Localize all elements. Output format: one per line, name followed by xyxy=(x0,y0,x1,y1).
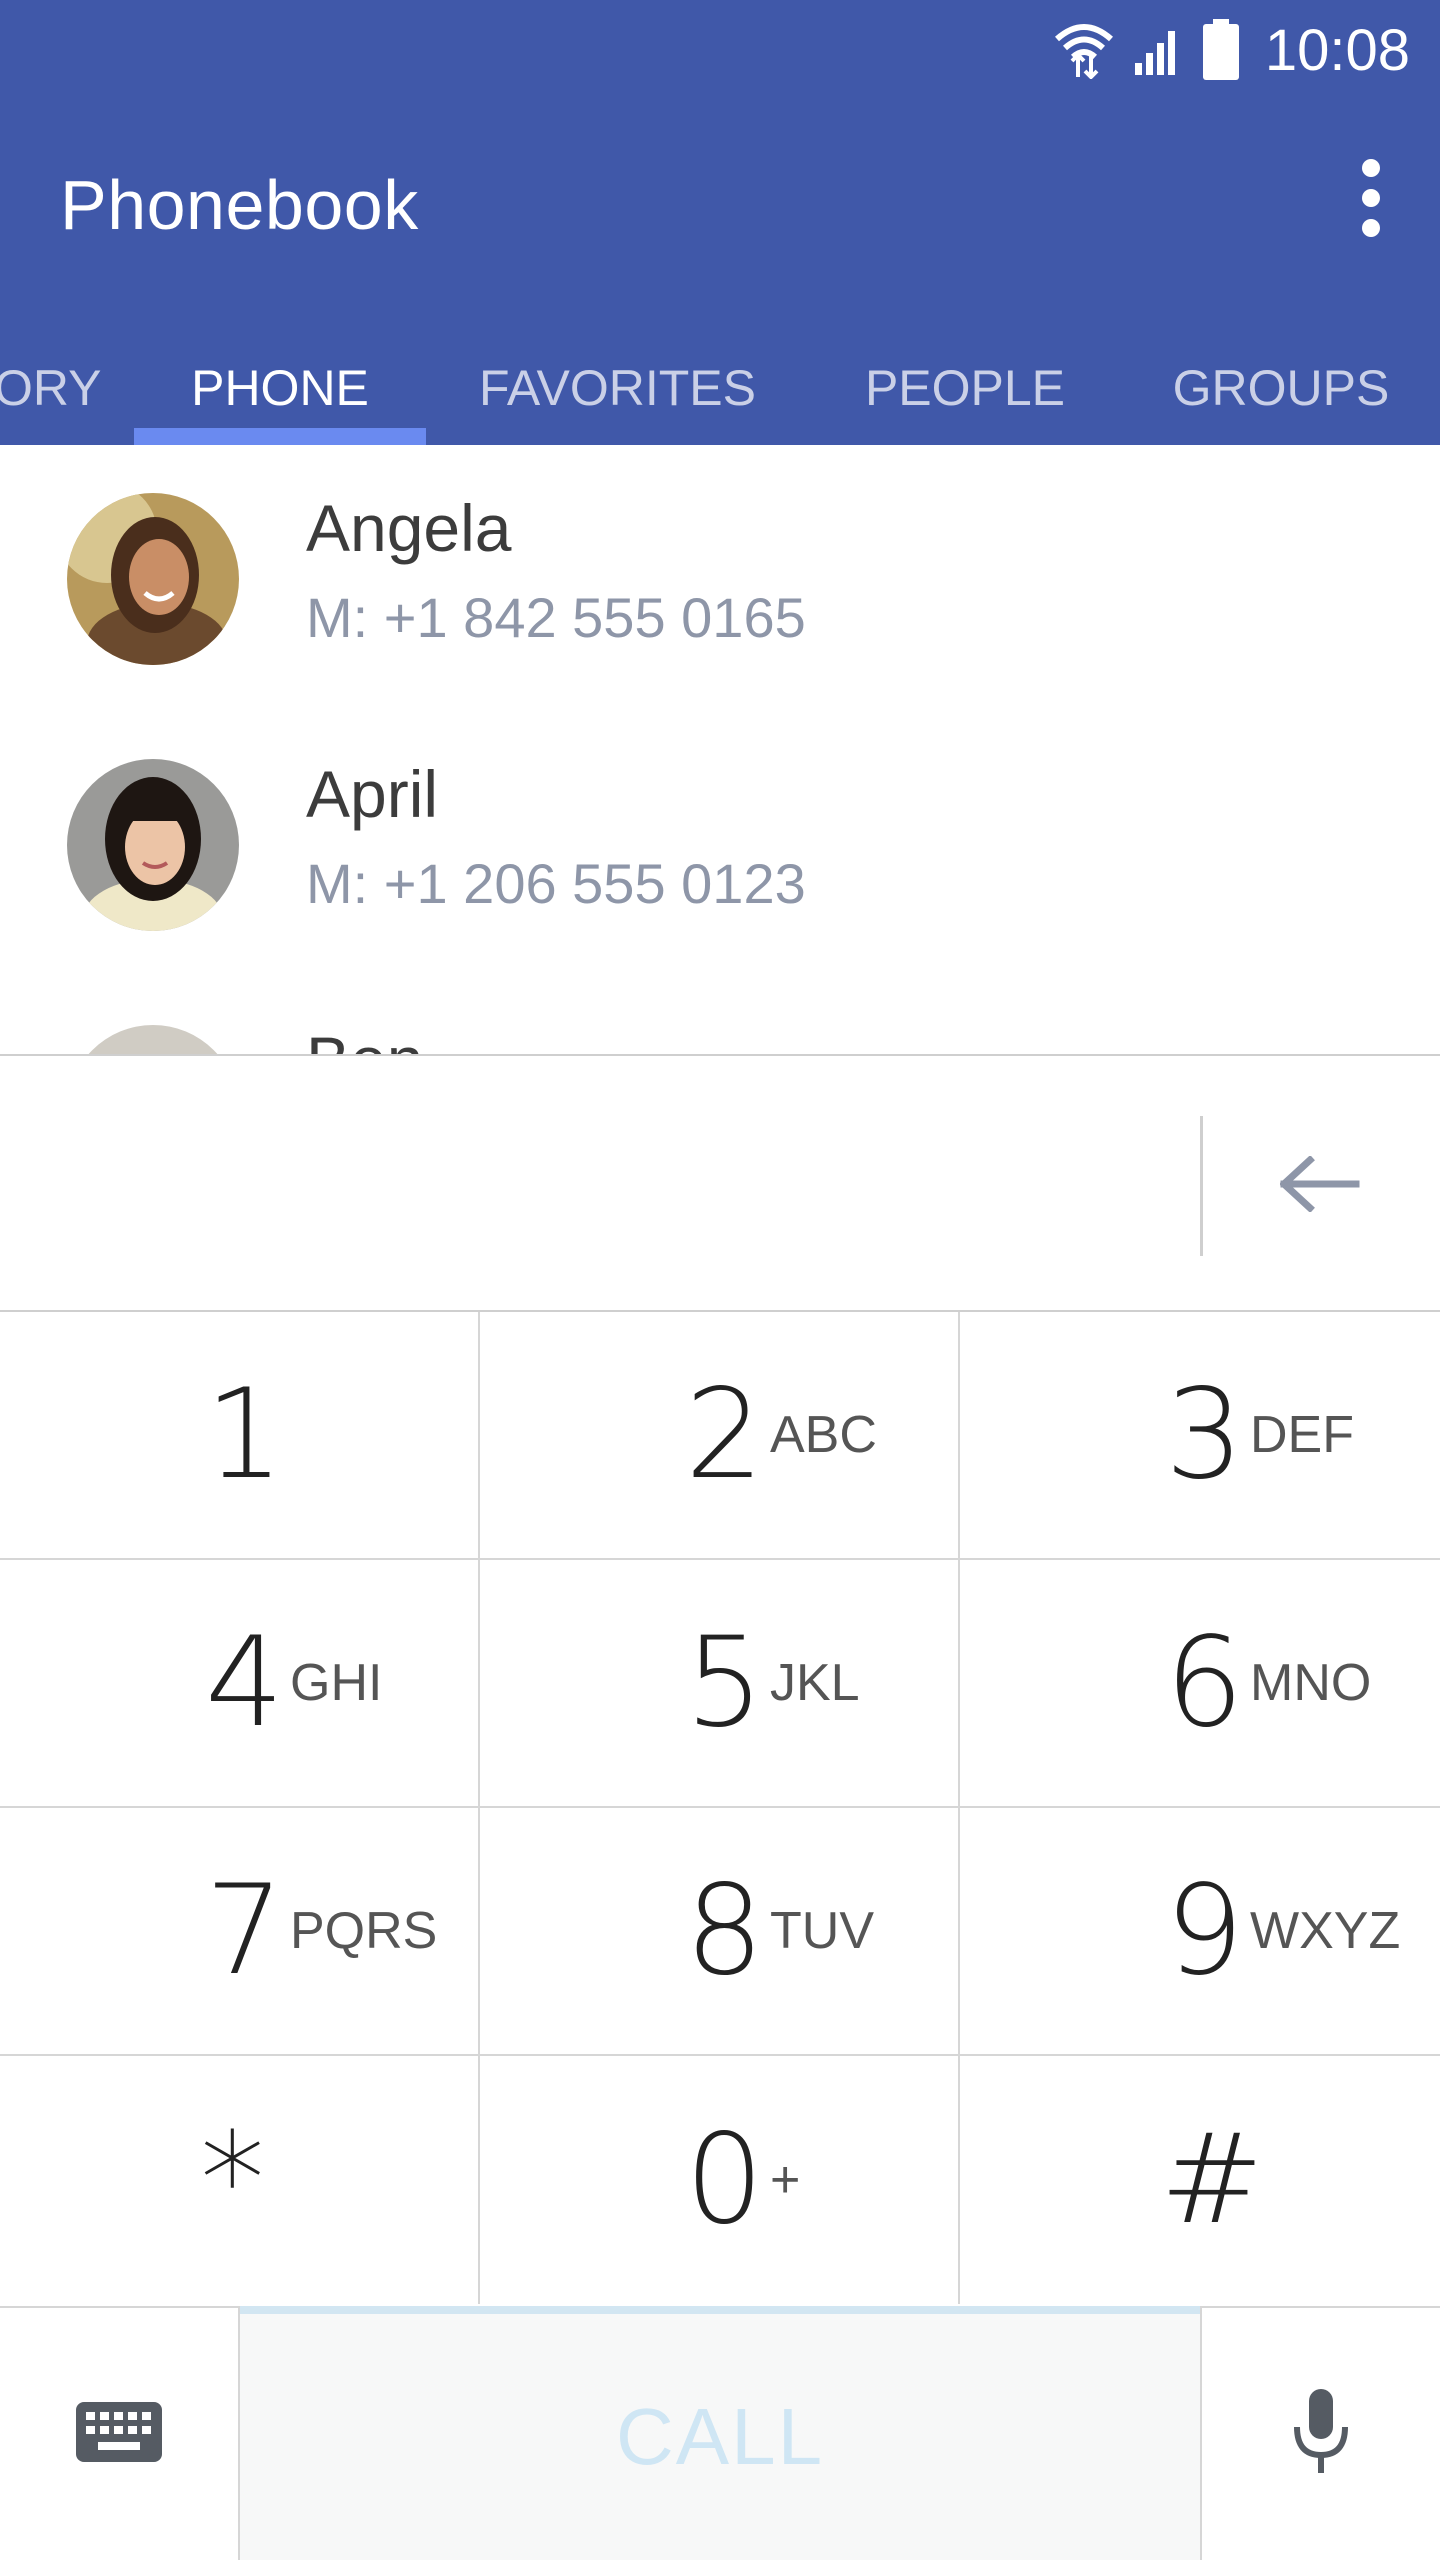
key-3[interactable]: 3 DEF xyxy=(960,1312,1440,1560)
key-star[interactable]: * xyxy=(0,2056,480,2304)
key-digit: 6 xyxy=(1165,1611,1244,1755)
key-letters: MNO xyxy=(1250,1654,1372,1712)
number-display[interactable] xyxy=(0,1056,1440,1310)
status-bar: 10:08 xyxy=(0,0,1440,100)
key-letters: PQRS xyxy=(290,1902,438,1960)
tab-groups[interactable]: GROUPS xyxy=(1150,330,1412,445)
key-0[interactable]: 0 + xyxy=(480,2056,960,2304)
display-divider xyxy=(1200,1116,1203,1256)
backspace-button[interactable] xyxy=(1270,1136,1370,1236)
page-title: Phonebook xyxy=(60,166,419,244)
call-button[interactable]: CALL xyxy=(240,2306,1200,2560)
avatar-angela xyxy=(67,493,239,665)
contact-row-angela[interactable]: Angela M: +1 842 555 0165 xyxy=(0,445,1440,711)
contact-list: Angela M: +1 842 555 0165 April M: +1 20… xyxy=(0,445,1440,1055)
overflow-menu-icon xyxy=(1362,159,1380,177)
contact-name: April xyxy=(306,757,439,831)
key-letters: GHI xyxy=(290,1654,383,1712)
status-time: 10:08 xyxy=(1264,17,1410,83)
key-4[interactable]: 4 GHI xyxy=(0,1560,480,1808)
key-digit: 3 xyxy=(1165,1363,1244,1507)
contact-number: M: +1 206 555 0123 xyxy=(306,852,806,915)
key-digit: 1 xyxy=(205,1363,284,1507)
key-digit: 2 xyxy=(685,1363,764,1507)
keypad: 1 2 ABC 3 DEF 4 GHI 5 JKL 6 MNO 7 PQRS 8 xyxy=(0,1310,1440,2312)
key-digit: # xyxy=(1160,2108,1264,2252)
backspace-arrow-icon xyxy=(1278,1154,1360,1217)
tab-indicator xyxy=(134,428,426,445)
key-letters: DEF xyxy=(1250,1406,1354,1464)
key-9[interactable]: 9 WXYZ xyxy=(960,1808,1440,2056)
key-digit: 0 xyxy=(685,2108,764,2252)
overflow-menu-button[interactable] xyxy=(1336,158,1406,238)
key-7[interactable]: 7 PQRS xyxy=(0,1808,480,2056)
key-digit: 5 xyxy=(685,1611,764,1755)
key-6[interactable]: 6 MNO xyxy=(960,1560,1440,1808)
app-bar: 10:08 Phonebook ORY PHONE FAVORITES PEOP… xyxy=(0,0,1440,445)
contact-name: Ben xyxy=(306,1022,423,1055)
key-2[interactable]: 2 ABC xyxy=(480,1312,960,1560)
overflow-menu-dot xyxy=(1362,219,1380,237)
voice-input-button[interactable] xyxy=(1200,2306,1440,2560)
wifi-icon xyxy=(1053,21,1115,79)
key-1[interactable]: 1 xyxy=(0,1312,480,1560)
key-hash[interactable]: # xyxy=(960,2056,1440,2304)
status-icons: 10:08 xyxy=(1053,14,1410,86)
key-letters: + xyxy=(770,2151,801,2209)
contact-row-ben[interactable]: Ben xyxy=(0,977,1440,1055)
keyboard-icon xyxy=(76,2401,162,2467)
key-digit: 4 xyxy=(205,1611,284,1755)
tab-favorites[interactable]: FAVORITES xyxy=(470,330,765,445)
key-letters: WXYZ xyxy=(1250,1902,1401,1960)
contact-number: M: +1 842 555 0165 xyxy=(306,586,806,649)
key-letters: ABC xyxy=(770,1406,877,1464)
key-digit: * xyxy=(200,2104,265,2256)
key-digit: 7 xyxy=(205,1859,284,2003)
battery-icon xyxy=(1201,19,1241,81)
keyboard-toggle-button[interactable] xyxy=(0,2306,240,2560)
microphone-icon xyxy=(1291,2388,1351,2480)
key-8[interactable]: 8 TUV xyxy=(480,1808,960,2056)
overflow-menu-dot xyxy=(1362,189,1380,207)
avatar-april xyxy=(67,759,239,931)
contact-row-april[interactable]: April M: +1 206 555 0123 xyxy=(0,711,1440,977)
key-digit: 8 xyxy=(685,1859,764,2003)
contact-name: Angela xyxy=(306,491,512,565)
tab-people[interactable]: PEOPLE xyxy=(845,330,1085,445)
dialer-actions: CALL xyxy=(0,2306,1440,2560)
key-5[interactable]: 5 JKL xyxy=(480,1560,960,1808)
key-letters: JKL xyxy=(770,1654,860,1712)
key-letters: TUV xyxy=(770,1902,874,1960)
key-digit: 9 xyxy=(1165,1859,1244,2003)
tab-history[interactable]: ORY xyxy=(0,330,101,445)
avatar-ben xyxy=(67,1025,239,1055)
cell-signal-icon xyxy=(1133,23,1183,77)
